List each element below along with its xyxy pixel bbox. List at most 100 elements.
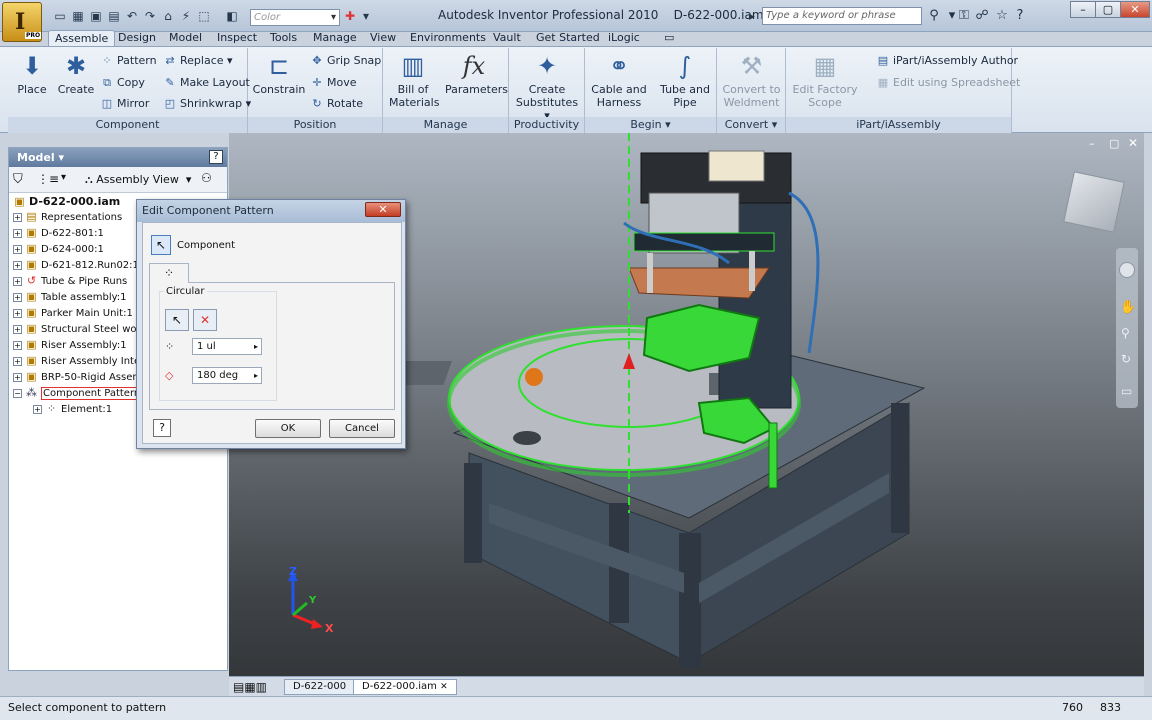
expand-icon[interactable]: + — [13, 340, 22, 350]
expand-icon[interactable]: + — [13, 324, 22, 334]
orbit-icon[interactable]: ↻ — [1121, 352, 1131, 366]
maximize-button[interactable]: ▢ — [1095, 1, 1121, 18]
circular-angle-input[interactable]: 180 deg ▸ — [192, 367, 262, 384]
rotation-axis-select-button[interactable]: ↖ — [165, 309, 189, 331]
home-icon[interactable]: ⌂ — [160, 8, 176, 24]
tree-item[interactable]: + ▣ D-621-812.Run02:1 — [13, 258, 139, 274]
new-icon[interactable]: ▭ — [52, 8, 68, 24]
help-search-input[interactable]: Type a keyword or phrase — [762, 7, 922, 25]
grip-snap-button[interactable]: ✥ Grip Snap — [310, 54, 381, 68]
place-button[interactable]: ⬇ Place — [12, 51, 52, 96]
replace-button[interactable]: ⇄ Replace ▾ — [163, 54, 232, 68]
look-at-icon[interactable]: ▭ — [1121, 384, 1132, 398]
expand-icon[interactable]: + — [13, 372, 22, 382]
rotate-button[interactable]: ↻ Rotate — [310, 97, 363, 111]
make-layout-button[interactable]: ✎ Make Layout — [163, 76, 249, 90]
update-icon[interactable]: ⚡ — [178, 8, 194, 24]
favorites-icon[interactable]: ☆ — [994, 8, 1010, 24]
expand-icon[interactable]: + — [13, 292, 22, 302]
edit-spreadsheet-button[interactable]: ▦ Edit using Spreadsheet — [876, 76, 1021, 90]
tree-item[interactable]: + ▣ Riser Assembly Inter — [13, 354, 144, 370]
parameters-button[interactable]: fx Parameters — [445, 51, 508, 96]
expand-icon[interactable]: + — [13, 276, 22, 286]
expand-icon[interactable]: + — [13, 228, 22, 238]
circular-count-input[interactable]: 1 ul ▸ — [192, 338, 262, 355]
angle-arrow-icon[interactable]: ▸ — [254, 368, 258, 383]
doc-tab-close-icon[interactable]: ✕ — [440, 682, 448, 692]
hierarchy-icon[interactable]: ⋮≡ — [37, 172, 59, 186]
ipart-author-button[interactable]: ▤ iPart/iAssembly Author — [876, 54, 1018, 68]
count-arrow-icon[interactable]: ▸ — [254, 339, 258, 354]
find-icon[interactable]: ⚇ — [201, 171, 212, 185]
redo-icon[interactable]: ↷ — [142, 8, 158, 24]
tab-vault[interactable]: Vault — [487, 30, 527, 47]
browser-header[interactable]: Model ▾ — [9, 148, 227, 167]
select-icon[interactable]: ⬚ — [196, 8, 212, 24]
color-select[interactable]: Color — [250, 9, 340, 26]
flip-direction-button[interactable]: ✕ — [193, 309, 217, 331]
move-button[interactable]: ✛ Move — [310, 76, 356, 90]
tab-tools[interactable]: Tools — [264, 30, 303, 47]
tree-item[interactable]: + ▣ D-624-000:1 — [13, 242, 104, 258]
viewcube[interactable] — [1063, 171, 1125, 233]
component-select-button[interactable]: ↖ — [151, 235, 171, 255]
tree-item-element[interactable]: + ⁘ Element:1 — [33, 402, 112, 418]
tree-root[interactable]: ▣ D-622-000.iam — [13, 194, 120, 210]
tab-environments[interactable]: Environments — [404, 30, 492, 47]
constrain-button[interactable]: ⊏ Constrain — [252, 51, 306, 96]
bill-of-materials-button[interactable]: ▥ Bill of Materials — [389, 51, 439, 109]
tree-item[interactable]: + ▣ Structural Steel work — [13, 322, 146, 338]
zoom-plus-icon[interactable]: ✚ — [342, 8, 358, 24]
tree-item[interactable]: + ↺ Tube & Pipe Runs — [13, 274, 127, 290]
open-icon[interactable]: ▦ — [70, 8, 86, 24]
create-substitutes-button[interactable]: ✦ Create Substitutes ▾ — [513, 51, 581, 122]
expand-icon[interactable]: + — [13, 356, 22, 366]
copy-button[interactable]: ⧉ Copy — [100, 76, 145, 90]
tab-design[interactable]: Design — [112, 30, 162, 47]
tab-circular-pattern[interactable]: ⁘ — [149, 263, 189, 283]
tab-assemble[interactable]: Assemble — [48, 30, 116, 47]
hierarchy-dropdown-icon[interactable]: ▾ — [61, 172, 66, 183]
satellite-icon[interactable]: ☍ — [974, 8, 990, 24]
tree-item[interactable]: + ▣ Riser Assembly:1 — [13, 338, 127, 354]
print-icon[interactable]: ▤ — [106, 8, 122, 24]
qat-more-icon[interactable]: ▾ — [358, 8, 374, 24]
material-icon[interactable]: ◧ — [224, 8, 240, 24]
mirror-button[interactable]: ◫ Mirror — [100, 97, 150, 111]
doc-tab-active[interactable]: D-622-000.iam ✕ — [353, 679, 457, 695]
cable-and-harness-button[interactable]: ⚭ Cable and Harness — [589, 51, 649, 109]
convert-to-weldment-button[interactable]: ⚒ Convert to Weldment — [719, 51, 784, 109]
viewport-minimize-button[interactable]: – — [1089, 137, 1095, 150]
ribbon-minimize-icon[interactable]: ▭ — [658, 30, 680, 47]
zoom-icon[interactable]: ⚲ — [1121, 326, 1130, 340]
tree-item-component-pattern[interactable]: − ⁂ Component Pattern — [13, 386, 143, 402]
expand-icon[interactable]: + — [33, 404, 42, 414]
ok-button[interactable]: OK — [255, 419, 321, 438]
assembly-view-select[interactable]: ⛬ Assembly View ▾ — [85, 173, 191, 187]
undo-icon[interactable]: ↶ — [124, 8, 140, 24]
minimize-button[interactable]: – — [1070, 1, 1096, 18]
tree-item[interactable]: + ▣ Table assembly:1 — [13, 290, 127, 306]
expand-icon[interactable]: + — [13, 260, 22, 270]
convert-panel-title[interactable]: Convert ▾ — [717, 117, 785, 133]
save-icon[interactable]: ▣ — [88, 8, 104, 24]
cancel-button[interactable]: Cancel — [329, 419, 395, 438]
key-icon[interactable]: ⚿ — [956, 8, 972, 24]
viewport-restore-button[interactable]: ▢ — [1109, 137, 1119, 150]
tab-view[interactable]: View — [364, 30, 402, 47]
dialog-close-button[interactable]: ✕ — [365, 202, 401, 217]
create-button[interactable]: ✱ Create — [56, 51, 96, 96]
viewport-close-button[interactable]: ✕ — [1128, 136, 1138, 150]
browser-help-icon[interactable]: ? — [209, 150, 223, 164]
tree-item-representations[interactable]: + ▤ Representations — [13, 210, 122, 226]
begin-panel-title[interactable]: Begin ▾ — [585, 117, 716, 133]
tube-and-pipe-button[interactable]: ∫ Tube and Pipe — [657, 51, 713, 109]
close-button[interactable]: ✕ — [1120, 1, 1150, 18]
steering-wheel-icon[interactable] — [1119, 262, 1135, 278]
doc-tab[interactable]: D-622-000 — [284, 679, 356, 695]
tab-ilogic[interactable]: iLogic — [602, 30, 646, 47]
binoculars-icon[interactable]: ⚲ — [926, 8, 942, 24]
expand-icon[interactable]: + — [13, 308, 22, 318]
tab-model[interactable]: Model — [163, 30, 208, 47]
collapse-icon[interactable]: − — [13, 388, 22, 398]
